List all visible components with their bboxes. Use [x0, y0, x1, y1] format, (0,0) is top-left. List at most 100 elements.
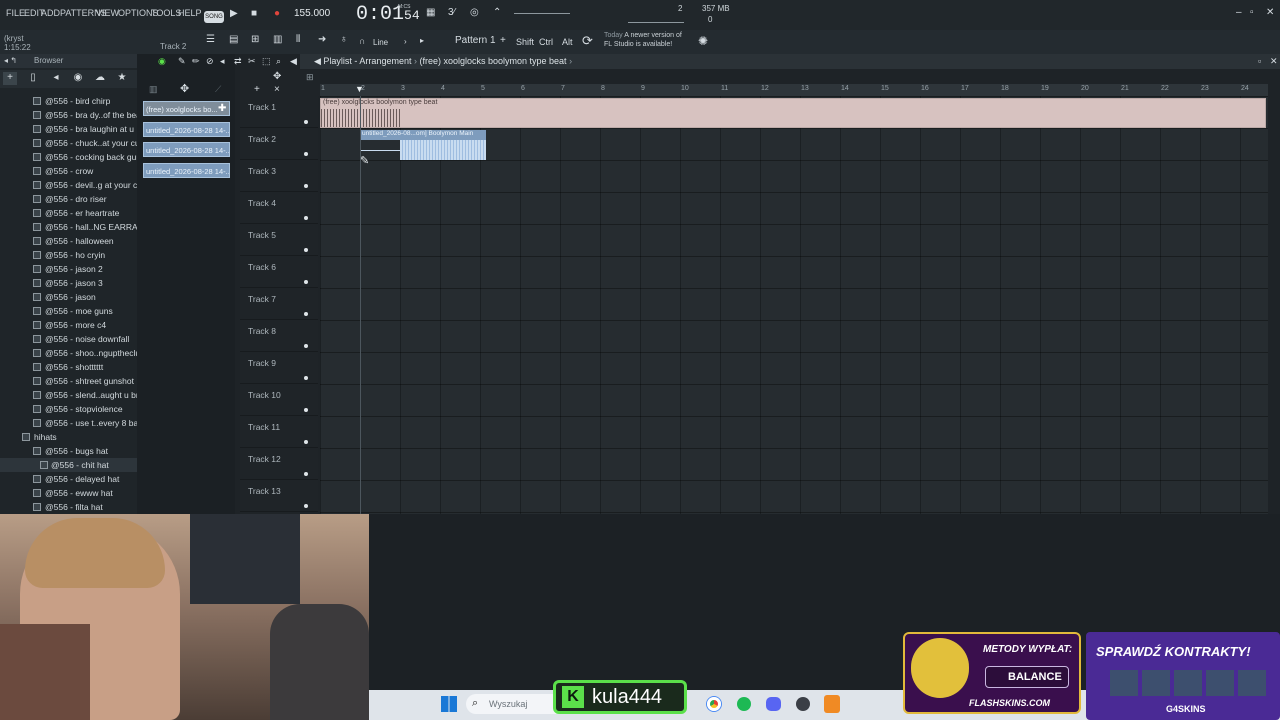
browser-file-item[interactable]: @556 - more c4 [0, 318, 137, 332]
fl-studio-taskbar-icon[interactable] [824, 695, 840, 713]
chrome-icon[interactable] [707, 697, 721, 711]
paint-tool-icon[interactable]: ✏ [192, 56, 200, 67]
discord-icon[interactable] [766, 697, 781, 711]
browser-file-item[interactable]: @556 - chuck..at your cut [0, 136, 137, 150]
track-mute-led[interactable] [304, 216, 308, 220]
track-mute-led[interactable] [304, 440, 308, 444]
track-header[interactable]: Track 11 [240, 416, 318, 448]
track-mute-led[interactable] [304, 472, 308, 476]
windows-start-icon[interactable] [441, 696, 457, 712]
news-panel[interactable]: Today A newer version of FL Studio is av… [604, 31, 700, 49]
playlist-minimize-icon[interactable]: ▫ [1258, 56, 1261, 66]
maximize-icon[interactable]: ▫ [1250, 7, 1254, 18]
browser-folder[interactable]: hihats [0, 430, 137, 444]
star-icon[interactable]: ★ [115, 72, 129, 85]
playlist-close-icon[interactable]: ✕ [1270, 56, 1278, 67]
select-tool-icon[interactable]: ⬚ [262, 56, 271, 67]
menu-tools[interactable]: TOOLS [151, 8, 181, 18]
channel-rack-icon[interactable]: ▤ [229, 34, 238, 45]
playhead-marker-icon[interactable]: ▼ [355, 84, 364, 94]
picker-view-icon[interactable]: ▥ [149, 84, 158, 95]
browser-file-item[interactable]: @556 - crow [0, 164, 137, 178]
picker-clip[interactable]: untitled_2026-08-28 14-... [143, 122, 230, 137]
keyboard-icon[interactable]: ▦ [426, 7, 435, 18]
browser-file-item[interactable]: @556 - bra dy..of the beat [0, 108, 137, 122]
ctrl-key[interactable]: Ctrl [539, 37, 553, 47]
browser-file-item[interactable]: @556 - jason 2 [0, 262, 137, 276]
track-header[interactable]: Track 4 [240, 192, 318, 224]
tempo-display[interactable]: 155.000 [294, 8, 330, 19]
master-volume-slider[interactable] [514, 13, 570, 14]
browser-file-item[interactable]: @556 - noise downfall [0, 332, 137, 346]
track-header[interactable]: Track 1 [240, 96, 318, 128]
snap-select[interactable]: Line [373, 38, 388, 47]
browser-file-item[interactable]: @556 - bugs hat [0, 444, 137, 458]
shift-key[interactable]: Shift [516, 37, 534, 47]
zoom-tool-icon[interactable]: ⌕ [276, 56, 281, 67]
chevron-right-icon[interactable]: ▸ [420, 36, 424, 45]
add-pattern-button[interactable]: + [500, 35, 506, 46]
picker-clip[interactable]: untitled_2026-08-28 14-... [143, 142, 230, 157]
track-mute-led[interactable] [304, 120, 308, 124]
browser-file-item[interactable]: @556 - cocking back gun [0, 150, 137, 164]
picker-clip[interactable]: untitled_2026-08-28 14-... [143, 163, 230, 178]
browser-file-item[interactable]: @556 - bra laughin at u [0, 122, 137, 136]
record-button[interactable]: ● [274, 8, 280, 19]
mic-icon[interactable]: ♁ [340, 34, 348, 45]
play-button[interactable]: ▶ [230, 8, 238, 19]
track-header[interactable]: Track 12 [240, 448, 318, 480]
slip-tool-icon[interactable]: ⇄ [234, 56, 242, 67]
plugin-icon[interactable]: ⫴ [296, 34, 300, 45]
browser-file-item[interactable]: @556 - halloween [0, 234, 137, 248]
track-mute-led[interactable] [304, 280, 308, 284]
file-icon[interactable]: ▯ [26, 72, 40, 85]
track-mute-led[interactable] [304, 248, 308, 252]
track-header[interactable]: Track 2 [240, 128, 318, 160]
picker-link-icon[interactable]: ⟋ [215, 84, 221, 95]
browser-file-item[interactable]: @556 - filta hat [0, 500, 137, 514]
track-header[interactable]: Track 3 [240, 160, 318, 192]
metronome-icon[interactable]: ⌃ [493, 7, 501, 18]
track-mute-led[interactable] [304, 344, 308, 348]
browser-file-item[interactable]: @556 - jason [0, 290, 137, 304]
track-mute-led[interactable] [304, 152, 308, 156]
slice-tool-icon[interactable]: ✂ [248, 56, 256, 67]
browser-file-item[interactable]: @556 - shtreet gunshot [0, 374, 137, 388]
playlist-play-icon[interactable]: ◀ [314, 56, 323, 66]
menu-add[interactable]: ADD [41, 8, 60, 18]
news-icon[interactable]: ⟳ [582, 33, 593, 49]
track-header[interactable]: Track 9 [240, 352, 318, 384]
mixer-icon[interactable]: ⊞ [251, 34, 259, 45]
target-icon[interactable]: ◉ [71, 72, 85, 85]
browser-file-item[interactable]: @556 - bird chirp [0, 94, 137, 108]
pattern-select[interactable]: Pattern 1 [455, 35, 496, 46]
magnet-icon[interactable]: ∩ [359, 36, 365, 46]
browser-file-item[interactable]: @556 - shotttttt [0, 360, 137, 374]
collapse-icon[interactable]: + [3, 72, 17, 85]
track-mute-led[interactable] [304, 184, 308, 188]
step-icon[interactable]: 3⁄ [448, 7, 455, 18]
track-header[interactable]: Track 8 [240, 320, 318, 352]
menu-file[interactable]: FILE [6, 8, 25, 18]
track-header[interactable]: Track 6 [240, 256, 318, 288]
timeline-ruler[interactable]: 1 2 3 4 5 6 7 8 9 10 11 12 13 14 15 16 17 18 19 20 21 22 23 24 [320, 84, 1268, 96]
track-mute-led[interactable] [304, 408, 308, 412]
song-mode-toggle[interactable]: SONG [204, 11, 224, 23]
add-clip-icon[interactable]: ✚ [218, 103, 226, 114]
picker-move-icon[interactable]: ✥ [180, 82, 189, 95]
spotify-icon[interactable] [737, 697, 751, 711]
steam-icon[interactable] [796, 697, 810, 711]
alt-key[interactable]: Alt [562, 37, 573, 47]
add-track-icon[interactable]: + [254, 84, 260, 95]
minimize-icon[interactable]: – [1236, 7, 1242, 18]
remove-track-icon[interactable]: × [274, 84, 280, 95]
pencil-tool-icon[interactable]: ✎ [178, 56, 186, 67]
cloud-icon[interactable]: ☁ [93, 72, 107, 85]
browser-file-item[interactable]: @556 - devil..g at your cut [0, 178, 137, 192]
close-icon[interactable]: ✕ [1266, 7, 1274, 18]
track-header[interactable]: Track 13 [240, 480, 318, 512]
playback-tool-icon[interactable]: ◀ [290, 56, 297, 67]
chevron-right-icon[interactable]: › [404, 37, 407, 46]
move-icon[interactable]: ✥ [273, 71, 281, 82]
picker-clip[interactable]: (free) xoolglocks bo... [143, 101, 230, 116]
